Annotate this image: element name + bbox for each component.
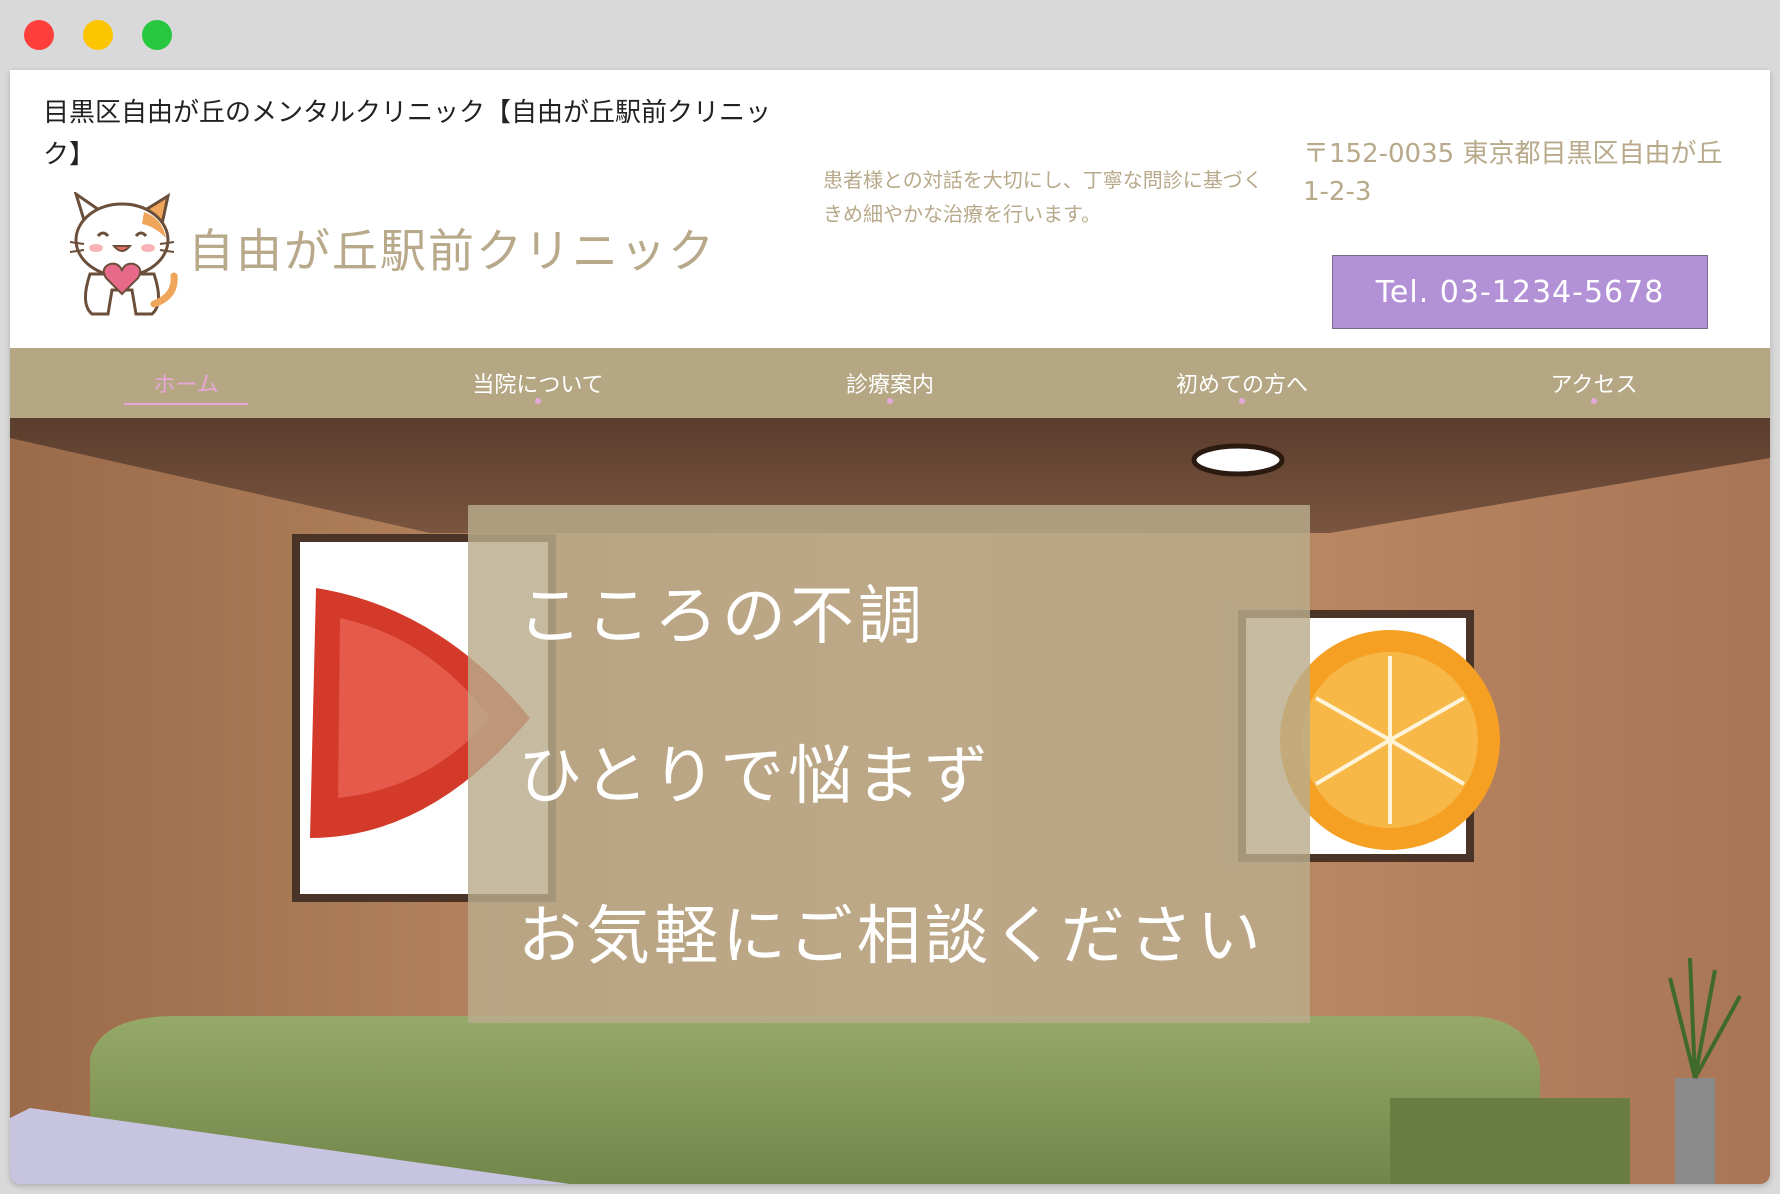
hero-heading-line: お気軽にご相談ください [518, 900, 1265, 974]
browser-window: 目黒区自由が丘のメンタルクリニック【自由が丘駅前クリニック】 自由が丘駅前クリニ… [10, 70, 1770, 1184]
main-navigation: ホーム 当院について 診療案内 初めての方へ アクセス [10, 348, 1770, 418]
nav-item-services[interactable]: 診療案内 [714, 348, 1066, 418]
nav-item-about[interactable]: 当院について [362, 348, 714, 418]
nav-dot-indicator [1591, 398, 1597, 404]
nav-item-label: アクセス [1550, 373, 1638, 398]
nav-item-label: ホーム [153, 373, 219, 398]
site-title: 目黒区自由が丘のメンタルクリニック【自由が丘駅前クリニック】 [43, 98, 772, 170]
nav-item-label: 初めての方へ [1175, 373, 1308, 398]
hero-section: こころの不調 ひとりで悩まず お気軽にご相談ください [10, 418, 1770, 1184]
nav-item-first-visit[interactable]: 初めての方へ [1066, 348, 1418, 418]
maximize-window-button[interactable] [142, 20, 172, 50]
nav-item-label: 診療案内 [845, 373, 934, 398]
nav-dot-indicator [535, 398, 541, 404]
clinic-address: 〒152-0035 東京都目黒区自由が丘1-2-3 [1303, 139, 1723, 207]
cat-mascot-logo-icon[interactable] [62, 190, 182, 322]
window-controls [24, 20, 172, 50]
minimize-window-button[interactable] [83, 20, 113, 50]
clinic-tagline: 患者様との対話を大切にし、丁寧な問診に基づくきめ細やかな治療を行います。 [823, 168, 1263, 226]
nav-dot-indicator [1239, 398, 1245, 404]
hero-heading-line: ひとりで悩まず [518, 740, 993, 814]
nav-item-access[interactable]: アクセス [1418, 348, 1770, 418]
tel-button[interactable]: Tel. 03-1234-5678 [1332, 255, 1708, 329]
nav-item-home[interactable]: ホーム [10, 348, 362, 418]
hero-heading-line: こころの不調 [518, 580, 926, 654]
clinic-logo-text[interactable]: 自由が丘駅前クリニック [188, 215, 716, 281]
hero-message-box: こころの不調 ひとりで悩まず お気軽にご相談ください [468, 505, 1310, 1023]
nav-dot-indicator [887, 398, 893, 404]
site-header: 目黒区自由が丘のメンタルクリニック【自由が丘駅前クリニック】 自由が丘駅前クリニ… [10, 70, 1770, 348]
close-window-button[interactable] [24, 20, 54, 50]
nav-item-label: 当院について [472, 373, 604, 398]
